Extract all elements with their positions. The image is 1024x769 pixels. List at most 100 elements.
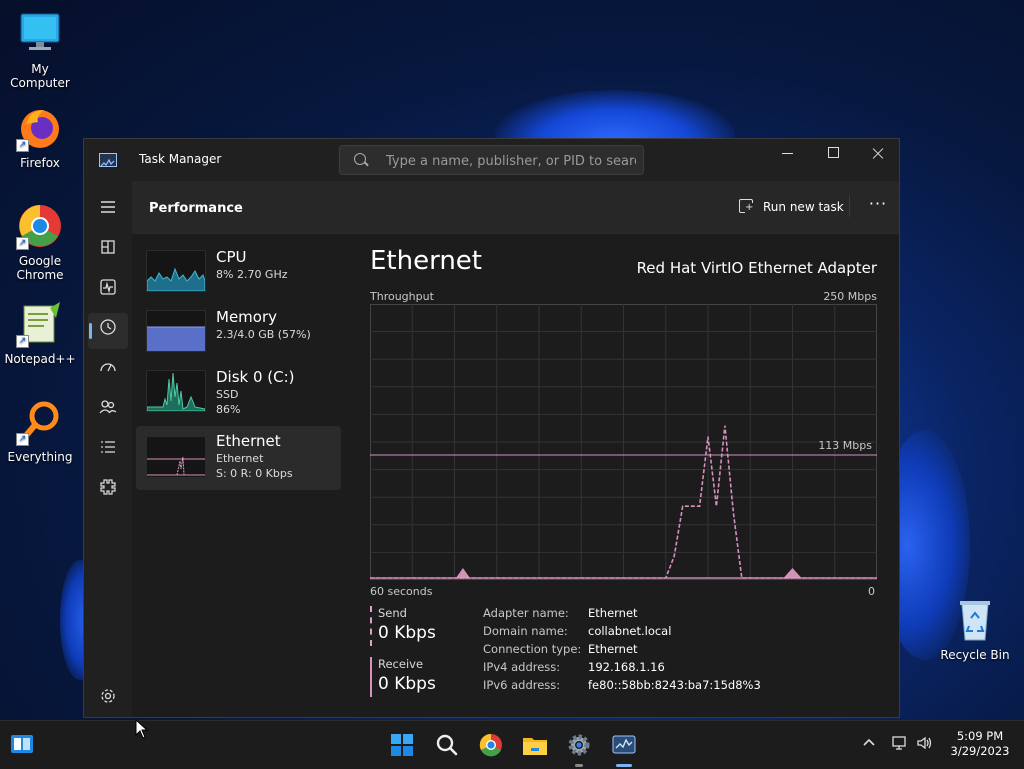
header-separator	[849, 195, 850, 217]
search-box[interactable]	[339, 145, 644, 175]
file-explorer-icon[interactable]	[519, 729, 551, 761]
everything-search-icon: ↗	[16, 398, 64, 446]
services-icon[interactable]	[96, 475, 120, 499]
nav-active-indicator	[89, 323, 92, 339]
resource-item-cpu[interactable]: CPU 8% 2.70 GHz	[136, 242, 341, 306]
notepad-plus-plus-icon: ↗	[16, 300, 64, 348]
info-row: IPv6 address: fe80::58bb:8243:ba7:15d8%3	[483, 678, 883, 696]
resource-name: Ethernet	[216, 432, 281, 450]
desktop-icon-my-computer[interactable]: My Computer	[0, 10, 80, 90]
window-title: Task Manager	[139, 152, 222, 166]
resource-item-ethernet[interactable]: Ethernet Ethernet S: 0 R: 0 Kbps	[136, 426, 341, 490]
desktop-icon-recycle-bin[interactable]: Recycle Bin	[935, 596, 1015, 662]
volume-icon[interactable]	[916, 735, 934, 755]
navigation-rail	[84, 181, 132, 717]
task-manager-icon	[99, 153, 117, 167]
info-row: Adapter name: Ethernet	[483, 606, 883, 624]
resource-detail: S: 0 R: 0 Kbps	[216, 467, 293, 480]
scale-marker-label: 113 Mbps	[818, 439, 872, 452]
info-row: Domain name: collabnet.local	[483, 624, 883, 642]
desktop-icon-firefox[interactable]: ↗ Firefox	[0, 104, 80, 170]
run-new-task-label: Run new task	[763, 200, 844, 214]
startup-apps-icon[interactable]	[96, 355, 120, 379]
detail-title: Ethernet	[370, 246, 482, 276]
shortcut-arrow-icon: ↗	[16, 335, 29, 348]
desktop-icon-chrome[interactable]: ↗ Google Chrome	[0, 202, 80, 282]
settings-gear-icon[interactable]	[563, 729, 595, 767]
run-new-task-icon	[739, 199, 754, 213]
minimize-button[interactable]	[764, 139, 810, 169]
ethernet-detail: Ethernet Red Hat VirtIO Ethernet Adapter…	[370, 234, 877, 717]
info-key: IPv4 address:	[483, 660, 561, 674]
resource-name: CPU	[216, 248, 247, 266]
settings-icon[interactable]	[96, 684, 120, 708]
mouse-cursor-icon	[135, 719, 149, 739]
desktop-icon-everything[interactable]: ↗ Everything	[0, 398, 80, 464]
shortcut-arrow-icon: ↗	[16, 139, 29, 152]
send-label: Send	[378, 606, 407, 620]
resource-item-memory[interactable]: Memory 2.3/4.0 GB (57%)	[136, 302, 341, 366]
details-icon[interactable]	[96, 435, 120, 459]
info-key: IPv6 address:	[483, 678, 561, 692]
title-bar[interactable]: Task Manager	[84, 139, 899, 181]
taskbar: 5:09 PM 3/29/2023	[0, 720, 1024, 769]
send-value: 0 Kbps	[378, 623, 436, 643]
chrome-icon[interactable]	[475, 729, 507, 761]
adapter-name: Red Hat VirtIO Ethernet Adapter	[636, 259, 877, 277]
maximize-icon	[828, 147, 839, 158]
info-value: collabnet.local	[588, 624, 672, 638]
close-button[interactable]	[854, 139, 900, 169]
desktop-icon-label: Everything	[7, 450, 73, 464]
system-clock[interactable]: 5:09 PM 3/29/2023	[940, 729, 1020, 759]
memory-thumbnail-graph	[146, 310, 206, 352]
task-manager-icon	[612, 735, 636, 754]
page-title: Performance	[149, 201, 243, 216]
task-manager-taskbar-button[interactable]	[612, 725, 636, 767]
clock-time: 5:09 PM	[956, 729, 1004, 743]
resource-detail: 2.3/4.0 GB (57%)	[216, 328, 311, 341]
firefox-icon: ↗	[16, 104, 64, 152]
app-history-icon[interactable]	[96, 315, 120, 339]
more-options-button[interactable]: ···	[865, 193, 891, 219]
resource-item-disk[interactable]: Disk 0 (C:) SSD 86%	[136, 362, 341, 426]
task-manager-window: Task Manager Type a name, publisher, or …	[83, 138, 900, 718]
receive-value: 0 Kbps	[378, 674, 436, 694]
cpu-thumbnail-graph	[146, 250, 206, 292]
resource-name: Memory	[216, 308, 278, 326]
adapter-info: Adapter name: Ethernet Domain name: collab…	[483, 606, 883, 696]
info-value: fe80::58bb:8243:ba7:15d8%3	[588, 678, 761, 692]
info-value: 192.168.1.16	[588, 660, 665, 674]
chrome-icon: ↗	[16, 202, 64, 250]
active-app-indicator	[616, 764, 632, 767]
performance-icon[interactable]	[96, 275, 120, 299]
processes-icon[interactable]	[96, 235, 120, 259]
clock-date: 3/29/2023	[950, 744, 1010, 758]
performance-panel: CPU 8% 2.70 GHz Memory 2.3/4.0 GB (57%) …	[132, 234, 899, 717]
monitor-icon	[16, 10, 64, 58]
time-span-label: 60 seconds	[370, 585, 433, 598]
search-input[interactable]	[384, 151, 638, 171]
info-row: Connection type: Ethernet	[483, 642, 883, 660]
info-key: Adapter name:	[483, 606, 569, 620]
resource-detail: SSD	[216, 388, 239, 401]
start-icon[interactable]	[386, 729, 418, 761]
max-scale-label: 250 Mbps	[823, 290, 877, 303]
network-icon[interactable]	[892, 735, 910, 755]
users-icon[interactable]	[96, 395, 120, 419]
search-icon[interactable]	[431, 729, 463, 761]
throughput-label: Throughput	[370, 290, 434, 303]
maximize-button[interactable]	[810, 139, 856, 169]
info-row: IPv4 address: 192.168.1.16	[483, 660, 883, 678]
hamburger-menu-icon[interactable]	[96, 195, 120, 219]
desktop-icon-notepad-plus-plus[interactable]: ↗ Notepad++	[0, 300, 80, 366]
shortcut-arrow-icon: ↗	[16, 237, 29, 250]
page-header: Performance Run new task ···	[132, 181, 899, 234]
shortcut-arrow-icon: ↗	[16, 433, 29, 446]
receive-legend-line	[370, 657, 372, 697]
more-icon: ···	[868, 194, 888, 213]
resource-name: Disk 0 (C:)	[216, 368, 295, 386]
desktop-icon-label: My Computer	[10, 62, 70, 90]
widgets-icon[interactable]	[10, 734, 34, 754]
chevron-up-icon[interactable]	[862, 735, 876, 753]
resource-detail: Ethernet	[216, 452, 264, 465]
